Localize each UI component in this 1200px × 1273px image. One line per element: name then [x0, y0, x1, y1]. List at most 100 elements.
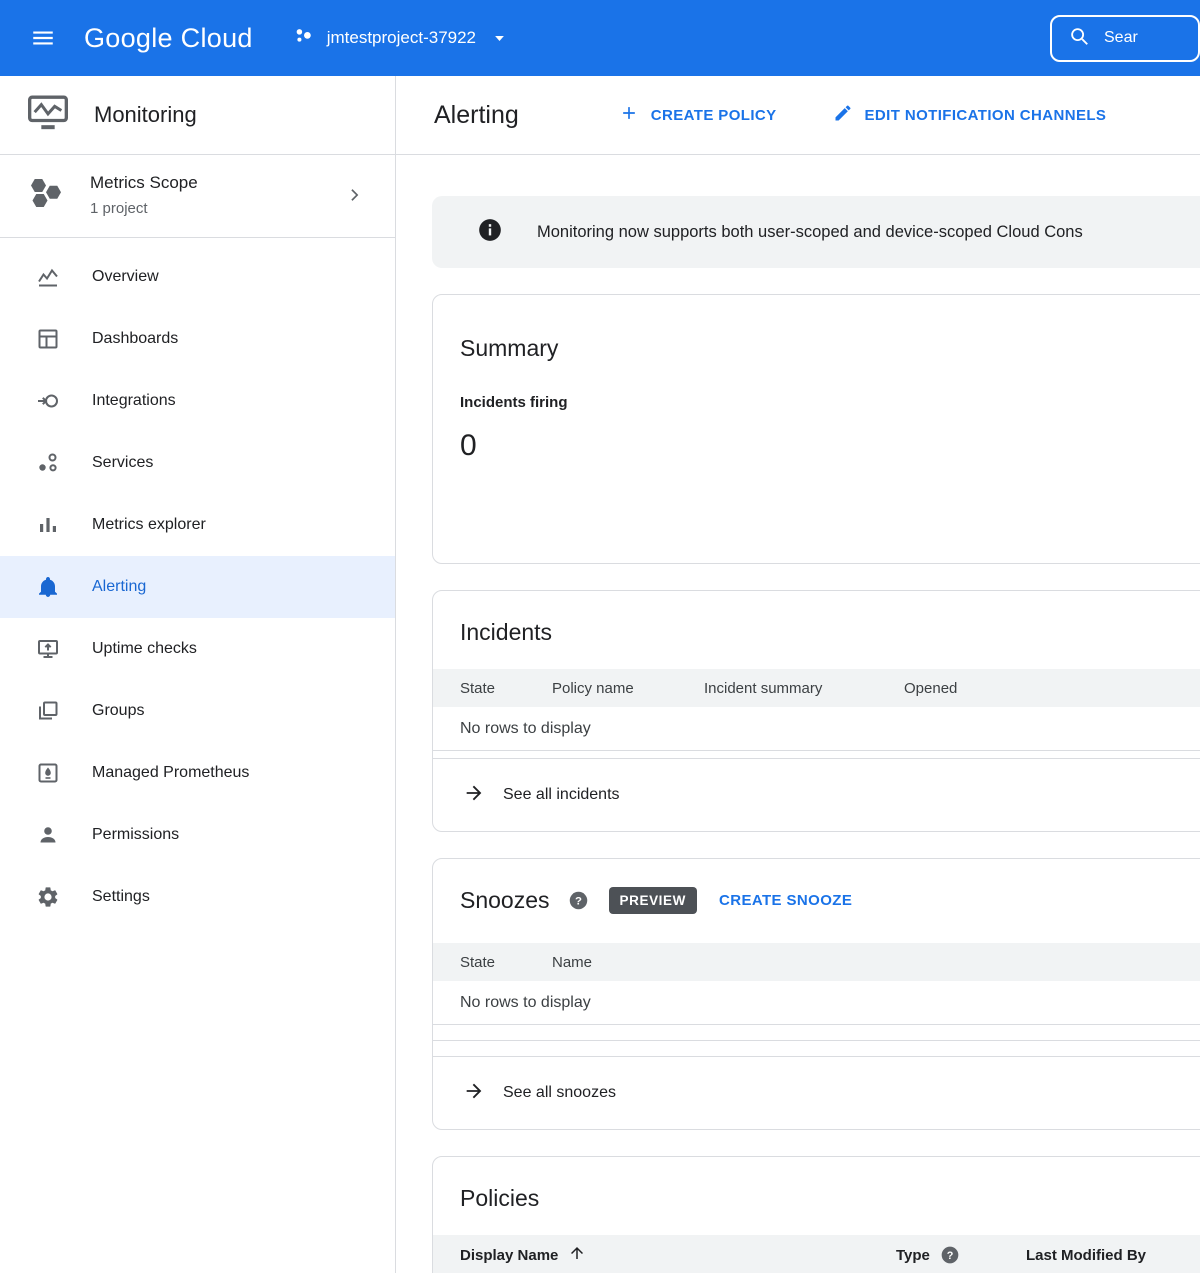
see-all-incidents-label: See all incidents: [503, 786, 620, 803]
column-header-type: Type: [896, 1246, 930, 1264]
project-icon: [293, 25, 315, 52]
create-snooze-button[interactable]: CREATE SNOOZE: [719, 892, 852, 909]
edit-channels-label: EDIT NOTIFICATION CHANNELS: [864, 106, 1107, 124]
snoozes-table-header: State Name: [433, 943, 1200, 981]
sort-ascending-icon[interactable]: [568, 1244, 586, 1266]
policies-table-header: Display Name Type ? Last Modified By: [433, 1235, 1200, 1273]
sidebar-item-managed-prometheus[interactable]: Managed Prometheus: [0, 742, 395, 804]
alerting-bell-icon: [34, 575, 62, 599]
sidebar-item-groups[interactable]: Groups: [0, 680, 395, 742]
overview-icon: [34, 265, 62, 289]
info-icon: [477, 217, 503, 248]
metrics-scope-subtitle: 1 project: [90, 200, 148, 217]
incidents-card: Incidents State Policy name Incident sum…: [432, 590, 1200, 832]
policies-title: Policies: [460, 1185, 540, 1211]
metrics-scope-icon: [28, 175, 64, 216]
column-header-state: State: [460, 679, 496, 697]
sidebar-item-label: Permissions: [92, 826, 180, 843]
svg-text:?: ?: [575, 895, 582, 907]
sidebar-item-settings[interactable]: Settings: [0, 866, 395, 928]
sidebar-item-overview[interactable]: Overview: [0, 246, 395, 308]
chevron-down-icon: [492, 31, 507, 46]
arrow-right-icon: [463, 1080, 485, 1107]
column-header-last-modified-by: Last Modified By: [1026, 1246, 1147, 1264]
sidebar-item-permissions[interactable]: Permissions: [0, 804, 395, 866]
sidebar-nav: Overview Dashboards Integrations Service…: [0, 238, 395, 928]
metrics-scope-title: Metrics Scope: [90, 173, 198, 192]
preview-badge: PREVIEW: [608, 887, 697, 914]
sidebar-item-label: Metrics explorer: [92, 516, 206, 533]
settings-gear-icon: [34, 885, 62, 909]
project-selector[interactable]: jmtestproject-37922: [293, 25, 507, 52]
column-header-opened: Opened: [904, 679, 958, 697]
menu-icon[interactable]: [0, 25, 84, 51]
info-banner: Monitoring now supports both user-scoped…: [432, 196, 1200, 268]
integrations-icon: [34, 389, 62, 413]
page-header: Alerting CREATE POLICY EDIT NOTIFICATION…: [396, 76, 1200, 155]
policies-card: Policies Display Name Type ? Last Modifi…: [432, 1156, 1200, 1273]
column-header-incident-summary: Incident summary: [704, 679, 823, 697]
groups-icon: [34, 699, 62, 723]
plus-icon: [619, 103, 639, 127]
sidebar-item-label: Overview: [92, 268, 159, 285]
uptime-checks-icon: [34, 637, 62, 661]
sidebar-item-dashboards[interactable]: Dashboards: [0, 308, 395, 370]
main-panel: Alerting CREATE POLICY EDIT NOTIFICATION…: [396, 76, 1200, 1273]
column-header-policy-name: Policy name: [552, 679, 634, 697]
see-all-snoozes-label: See all snoozes: [503, 1084, 616, 1101]
metrics-scope-selector[interactable]: Metrics Scope 1 project: [0, 155, 395, 238]
sidebar-item-integrations[interactable]: Integrations: [0, 370, 395, 432]
dashboards-icon: [34, 327, 62, 351]
help-icon[interactable]: ?: [940, 1245, 960, 1265]
services-icon: [34, 451, 62, 475]
pencil-icon: [833, 103, 853, 127]
help-icon[interactable]: ?: [568, 890, 589, 911]
snoozes-title: Snoozes: [460, 887, 550, 913]
google-cloud-logo[interactable]: Google Cloud: [84, 23, 253, 54]
sidebar-item-services[interactable]: Services: [0, 432, 395, 494]
sidebar-item-label: Uptime checks: [92, 640, 197, 657]
sidebar-item-label: Services: [92, 454, 154, 471]
sidebar-item-label: Groups: [92, 702, 145, 719]
svg-text:?: ?: [947, 1250, 954, 1262]
sidebar-item-metrics-explorer[interactable]: Metrics explorer: [0, 494, 395, 556]
see-all-snoozes-link[interactable]: See all snoozes: [433, 1056, 1200, 1129]
summary-card: Summary Incidents firing 0: [432, 294, 1200, 564]
sidebar-item-label: Managed Prometheus: [92, 764, 250, 781]
sidebar: Monitoring Metrics Scope 1 project Overv…: [0, 76, 396, 1273]
search-text: Sear: [1104, 29, 1138, 46]
column-header-display-name[interactable]: Display Name: [460, 1247, 558, 1264]
metrics-explorer-icon: [34, 513, 62, 537]
sidebar-item-label: Dashboards: [92, 330, 179, 347]
create-policy-label: CREATE POLICY: [650, 106, 777, 124]
column-header-state: State: [460, 953, 496, 971]
chevron-right-icon[interactable]: [345, 185, 365, 205]
column-header-name: Name: [552, 953, 593, 971]
see-all-incidents-link[interactable]: See all incidents: [433, 758, 1200, 831]
top-app-bar: Google Cloud jmtestproject-37922 Sear: [0, 0, 1200, 76]
managed-prometheus-icon: [34, 761, 62, 785]
sidebar-item-uptime-checks[interactable]: Uptime checks: [0, 618, 395, 680]
incidents-title: Incidents: [460, 619, 553, 645]
summary-title: Summary: [460, 335, 559, 361]
snoozes-empty-row: No rows to display: [433, 981, 1200, 1025]
incidents-firing-value: 0: [460, 429, 477, 462]
sidebar-item-label: Alerting: [92, 578, 147, 595]
sidebar-item-alerting[interactable]: Alerting: [0, 556, 395, 618]
monitoring-product-icon: [27, 95, 68, 136]
incidents-empty-row: No rows to display: [433, 707, 1200, 751]
incidents-table-header: State Policy name Incident summary Opene…: [433, 669, 1200, 707]
search-input[interactable]: Sear: [1050, 14, 1200, 62]
incidents-firing-label: Incidents firing: [460, 394, 568, 411]
permissions-icon: [34, 823, 62, 847]
sidebar-item-label: Integrations: [92, 392, 176, 409]
banner-text: Monitoring now supports both user-scoped…: [537, 222, 1083, 241]
sidebar-item-label: Settings: [92, 888, 150, 905]
create-policy-button[interactable]: CREATE POLICY: [619, 103, 777, 127]
search-icon: [1068, 25, 1090, 52]
edit-notification-channels-button[interactable]: EDIT NOTIFICATION CHANNELS: [833, 103, 1107, 127]
product-header: Monitoring: [0, 76, 395, 155]
snoozes-card: Snoozes ? PREVIEW CREATE SNOOZE State Na…: [432, 858, 1200, 1130]
page-title: Alerting: [434, 100, 519, 129]
product-title: Monitoring: [94, 102, 197, 127]
